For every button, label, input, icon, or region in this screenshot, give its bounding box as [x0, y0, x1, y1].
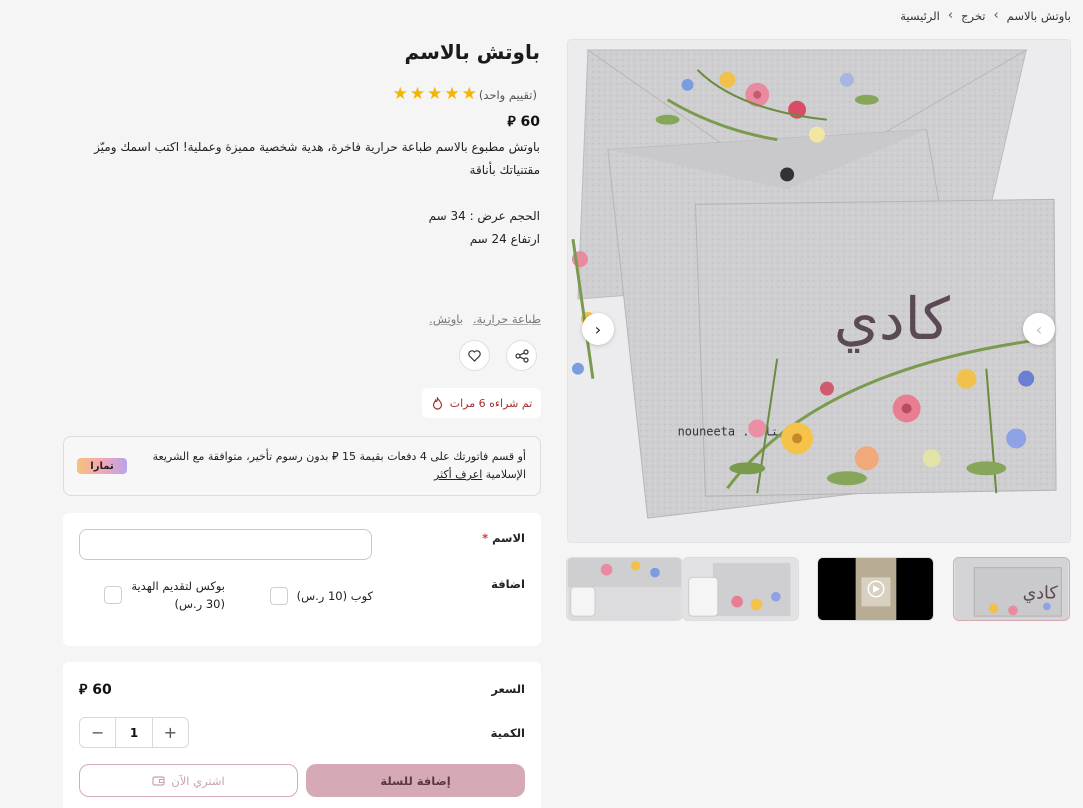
rating-count: (تقييم واحد)	[478, 87, 537, 102]
name-label: الاسم *	[482, 531, 525, 545]
breadcrumb-separator: ›	[947, 8, 954, 23]
required-mark: *	[482, 531, 489, 545]
star-icon: ★	[444, 84, 460, 104]
addon-gift-box-price: (30 ر.س)	[174, 597, 225, 611]
buy-now-label: اشتري الآن	[171, 773, 225, 788]
chevron-left-icon: ‹	[1035, 319, 1043, 339]
thumbnail-3[interactable]	[682, 557, 799, 621]
tag-link[interactable]: باوتش.	[429, 312, 463, 326]
wishlist-button[interactable]	[459, 340, 490, 371]
breadcrumb-category[interactable]: تخرج	[961, 9, 985, 23]
breadcrumb: الرئيسية › تخرج › باوتش بالاسم	[900, 8, 1071, 23]
tamara-logo: تمارا	[77, 458, 127, 474]
quantity-value[interactable]: 1	[115, 718, 153, 747]
product-options: الاسم * اضافة كوب (10 ر.س) بوكس لتقديم ا…	[63, 513, 541, 646]
addon-gift-box-checkbox[interactable]	[104, 586, 123, 604]
product-tags: باوتش. طباعة حرارية.	[429, 312, 541, 326]
star-icon: ★	[427, 84, 443, 104]
addon-mug[interactable]: كوب (10 ر.س)	[269, 587, 373, 605]
thumbnail-4[interactable]	[566, 557, 683, 621]
quantity-label: الكمية	[490, 726, 525, 740]
star-icon: ★	[409, 84, 426, 104]
star-icon: ★	[461, 84, 477, 104]
name-art: كادي	[834, 285, 951, 353]
product-main-image[interactable]: كادي nouneeta .. نوليتا	[567, 39, 1071, 543]
fire-icon	[432, 396, 442, 410]
addon-mug-label: كوب (10 ر.س)	[296, 589, 373, 603]
star-icon: ★	[392, 84, 408, 104]
tamara-learn-more-link[interactable]: اعرف أكثر	[434, 468, 482, 481]
product-price: 60 ⃁	[507, 114, 540, 130]
thumbnail-video[interactable]	[817, 557, 934, 621]
add-to-cart-button[interactable]: إضافة للسلة	[306, 764, 525, 797]
breadcrumb-current: باوتش بالاسم	[1006, 8, 1071, 23]
wallet-icon	[152, 776, 165, 786]
tamara-text: أو قسم فاتورتك على 4 دفعات بقيمة 15 ⃁ بد…	[146, 448, 526, 484]
tamara-installments: أو قسم فاتورتك على 4 دفعات بقيمة 15 ⃁ بد…	[63, 436, 541, 496]
product-rating[interactable]: ★ ★ ★ ★ ★ (تقييم واحد)	[393, 86, 540, 103]
addon-gift-box-title: بوكس لتقديم الهدية	[131, 579, 225, 593]
svg-text:كادي: كادي	[1023, 584, 1059, 604]
breadcrumb-home[interactable]: الرئيسية	[900, 9, 940, 23]
purchase-price: 60 ⃁	[79, 682, 112, 698]
share-icon	[514, 348, 529, 363]
breadcrumb-separator: ›	[993, 8, 999, 23]
product-photo: كادي nouneeta .. نوليتا	[568, 40, 1070, 542]
name-label-text: الاسم	[492, 531, 525, 545]
addon-gift-box-label: بوكس لتقديم الهدية (30 ر.س)	[131, 577, 225, 613]
description-line: مقتنياتك بأناقة	[469, 163, 540, 177]
share-button[interactable]	[506, 340, 537, 371]
price-label: السعر	[491, 682, 525, 696]
decrease-quantity-button[interactable]: −	[80, 718, 115, 747]
addon-label: اضافة	[491, 577, 525, 591]
thumbnail-1[interactable]: كادي	[953, 557, 1070, 621]
size-height: ارتفاع 24 سم	[469, 232, 540, 246]
addon-mug-checkbox[interactable]	[269, 587, 288, 605]
image-prev-button[interactable]: ›	[582, 313, 614, 345]
size-width: الحجم عرض : 34 سم	[428, 209, 540, 223]
quantity-stepper: − 1 +	[79, 717, 189, 748]
name-input[interactable]	[79, 529, 372, 560]
heart-icon	[468, 349, 481, 362]
sold-count-badge: تم شراءه 6 مرات	[422, 388, 541, 418]
buy-now-button[interactable]: اشتري الآن	[79, 764, 298, 797]
thumbnail-strip: كادي	[566, 557, 1071, 621]
product-description: باوتش مطبوع بالاسم طباعة حرارية فاخرة، ه…	[60, 136, 540, 251]
description-line: باوتش مطبوع بالاسم طباعة حرارية فاخرة، ه…	[94, 140, 540, 154]
chevron-right-icon: ›	[594, 319, 602, 339]
sold-count-text: تم شراءه 6 مرات	[449, 396, 533, 410]
increase-quantity-button[interactable]: +	[153, 718, 188, 747]
product-title: باوتش بالاسم	[404, 40, 540, 64]
purchase-panel: السعر 60 ⃁ الكمية − 1 + إضافة للسلة اشتر…	[63, 662, 541, 808]
image-next-button[interactable]: ‹	[1023, 313, 1055, 345]
tag-link[interactable]: طباعة حرارية.	[473, 312, 541, 326]
addon-gift-box[interactable]: بوكس لتقديم الهدية (30 ر.س)	[104, 577, 225, 613]
